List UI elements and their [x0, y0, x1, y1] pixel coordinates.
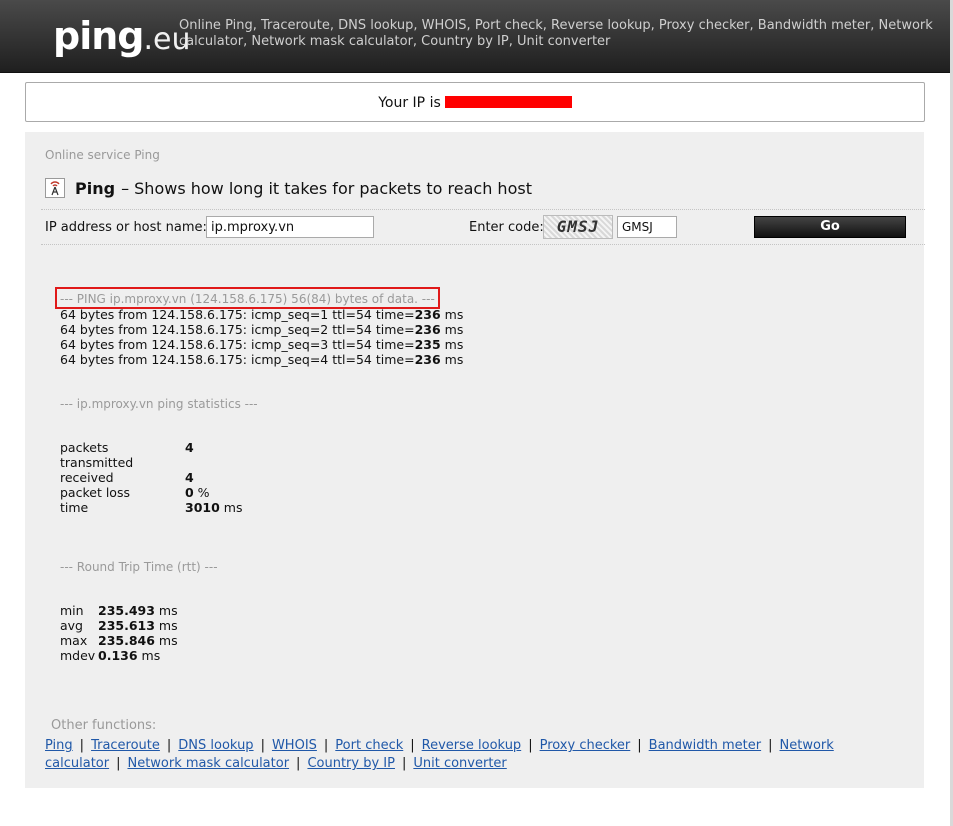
link-unit-converter[interactable]: Unit converter — [413, 756, 506, 771]
site-logo[interactable]: ping.eu — [53, 14, 191, 58]
link-reverse-lookup[interactable]: Reverse lookup — [422, 738, 522, 753]
ping-results: --- PING ip.mproxy.vn (124.158.6.175) 56… — [60, 292, 463, 663]
link-country-by-ip[interactable]: Country by IP — [307, 756, 395, 771]
main-panel: Online service Ping Ping – Shows how lon… — [25, 132, 925, 788]
ip-redaction — [444, 95, 572, 108]
code-label: Enter code: — [469, 220, 544, 235]
go-button[interactable]: Go — [754, 216, 906, 238]
rtt-row: min 235.493 ms — [60, 603, 178, 618]
site-header: ping.eu Online Ping, Traceroute, DNS loo… — [0, 0, 950, 73]
rtt-header: --- Round Trip Time (rtt) --- — [60, 560, 218, 574]
header-services-text: Online Ping, Traceroute, DNS lookup, WHO… — [179, 18, 933, 49]
your-ip-label: Your IP is — [378, 95, 441, 111]
title-ping: Ping — [75, 178, 116, 198]
rtt-row: avg 235.613 ms — [60, 618, 178, 633]
title-description: – Shows how long it takes for packets to… — [121, 178, 532, 198]
stat-row: packets transmitted 4 — [60, 440, 194, 470]
host-label: IP address or host name: — [45, 220, 207, 235]
logo-main: ping — [53, 14, 144, 58]
ping-form: IP address or host name: Enter code: GMS… — [41, 209, 925, 245]
your-ip-box: Your IP is — [25, 82, 925, 122]
captcha-image: GMSJ — [543, 215, 613, 239]
reply-line: 64 bytes from 124.158.6.175: icmp_seq=2 … — [60, 322, 464, 337]
link-port-check[interactable]: Port check — [335, 738, 403, 753]
reply-line: 64 bytes from 124.158.6.175: icmp_seq=4 … — [60, 352, 464, 367]
host-input[interactable] — [206, 216, 374, 238]
other-functions-label: Other functions: — [51, 718, 157, 733]
stat-row: received 4 — [60, 470, 194, 485]
reply-line: 64 bytes from 124.158.6.175: icmp_seq=1 … — [60, 307, 464, 322]
stat-row: time 3010 ms — [60, 500, 243, 515]
link-traceroute[interactable]: Traceroute — [91, 738, 160, 753]
service-label: Online service Ping — [45, 148, 160, 162]
stat-row: packet loss 0 % — [60, 485, 210, 500]
code-input[interactable] — [617, 216, 677, 238]
link-network-mask-calculator[interactable]: Network mask calculator — [127, 756, 289, 771]
reply-line: 64 bytes from 124.158.6.175: icmp_seq=3 … — [60, 337, 464, 352]
link-bandwidth-meter[interactable]: Bandwidth meter — [649, 738, 761, 753]
stats-header: --- ip.mproxy.vn ping statistics --- — [60, 397, 258, 411]
ping-header-line: --- PING ip.mproxy.vn (124.158.6.175) 56… — [60, 292, 435, 306]
rtt-table: min 235.493 ms avg 235.613 ms max 235.846 m… — [60, 603, 178, 663]
page-title: Ping – Shows how long it takes for packe… — [45, 176, 532, 200]
antenna-tower-icon — [45, 178, 65, 198]
link-ping[interactable]: Ping — [45, 738, 73, 753]
link-dns-lookup[interactable]: DNS lookup — [178, 738, 253, 753]
stats-table: packets transmitted 4 received 4 packet lo… — [60, 440, 242, 515]
link-whois[interactable]: WHOIS — [272, 738, 317, 753]
rtt-row: max 235.846 ms — [60, 633, 178, 648]
other-functions-links: Ping | Traceroute | DNS lookup | WHOIS | Port ch… — [45, 738, 834, 771]
link-proxy-checker[interactable]: Proxy checker — [540, 738, 631, 753]
rtt-row: mdev 0.136 ms — [60, 648, 161, 663]
